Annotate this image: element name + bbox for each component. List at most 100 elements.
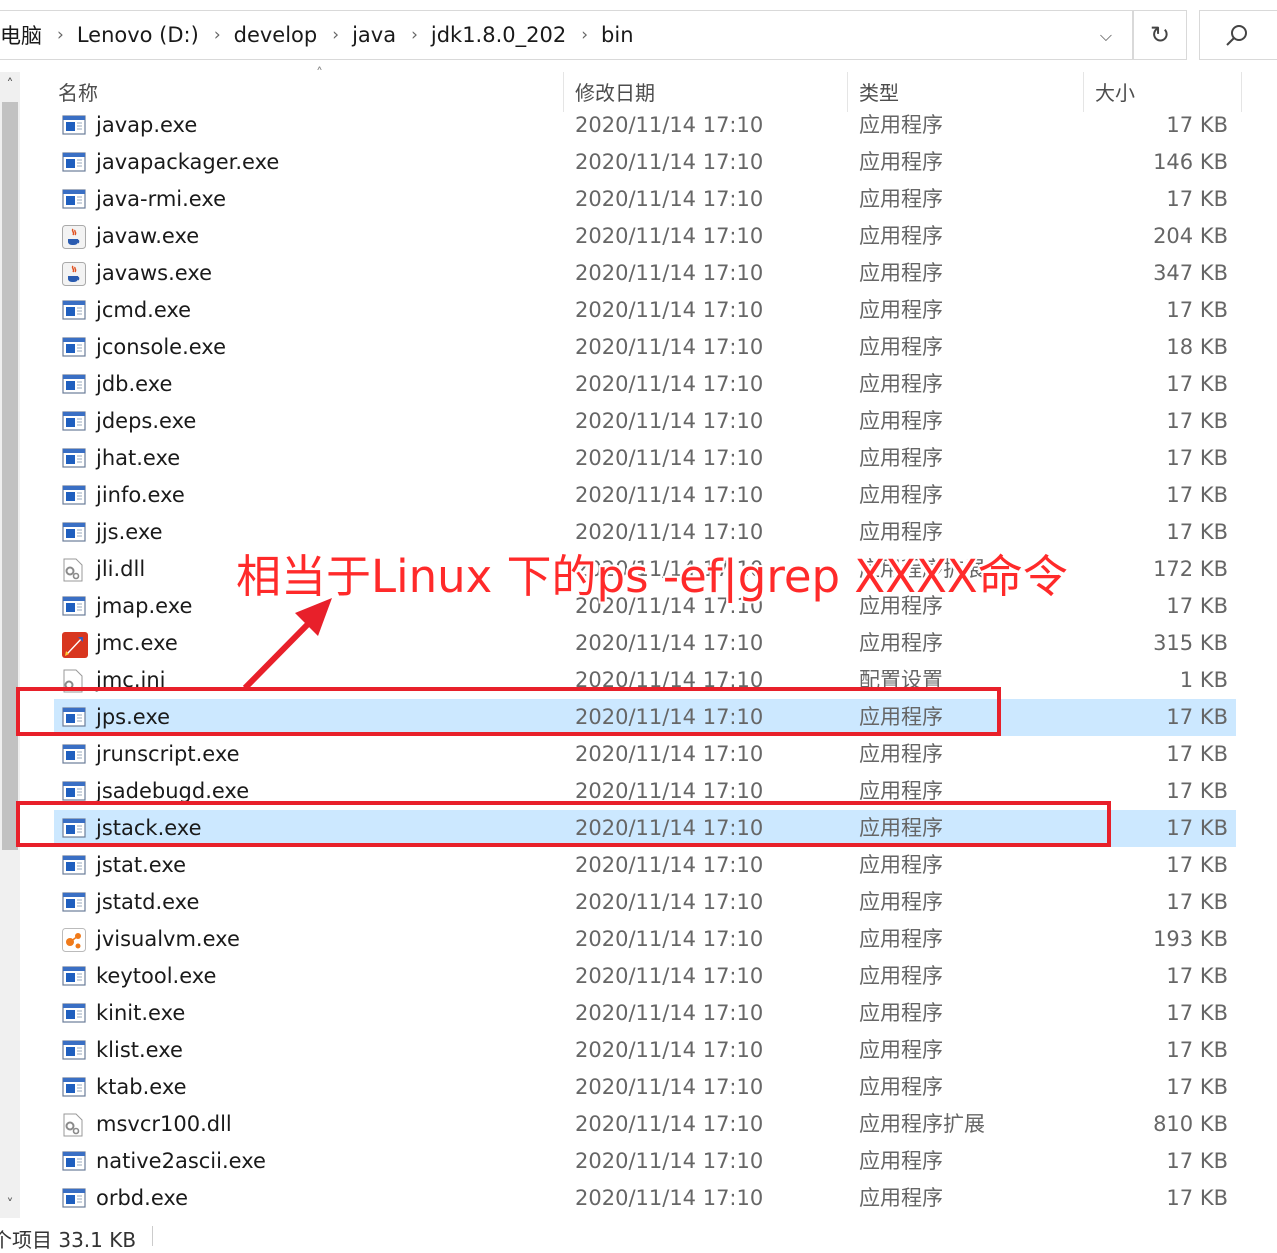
file-row[interactable]: javaws.exe 2020/11/14 17:10 应用程序 347 KB bbox=[54, 255, 1236, 292]
file-date: 2020/11/14 17:10 bbox=[575, 335, 764, 359]
column-divider[interactable] bbox=[847, 72, 848, 112]
file-type: 应用程序 bbox=[859, 1038, 943, 1062]
file-size: 17 KB bbox=[1166, 705, 1228, 729]
file-row[interactable]: native2ascii.exe 2020/11/14 17:10 应用程序 17 K… bbox=[54, 1143, 1236, 1180]
file-name: javaws.exe bbox=[96, 261, 213, 285]
scroll-thumb[interactable] bbox=[2, 102, 18, 850]
column-divider[interactable] bbox=[1241, 72, 1242, 112]
visualvm-icon bbox=[62, 928, 86, 952]
file-date: 2020/11/14 17:10 bbox=[575, 372, 764, 396]
file-size: 17 KB bbox=[1166, 409, 1228, 433]
app-window-icon bbox=[62, 336, 86, 358]
file-row[interactable]: jmc.exe 2020/11/14 17:10 应用程序 315 KB bbox=[54, 625, 1236, 662]
file-size: 17 KB bbox=[1166, 1038, 1228, 1062]
file-name: orbd.exe bbox=[96, 1186, 189, 1210]
file-row[interactable]: jvisualvm.exe 2020/11/14 17:10 应用程序 193 KB bbox=[54, 921, 1236, 958]
file-size: 17 KB bbox=[1166, 372, 1228, 396]
file-type: 应用程序 bbox=[859, 631, 943, 655]
file-date: 2020/11/14 17:10 bbox=[575, 964, 764, 988]
file-date: 2020/11/14 17:10 bbox=[575, 150, 764, 174]
file-row[interactable]: jdb.exe 2020/11/14 17:10 应用程序 17 KB bbox=[54, 366, 1236, 403]
highlight-box-jstack bbox=[16, 801, 1111, 847]
file-type: 应用程序 bbox=[859, 298, 943, 322]
file-type: 应用程序 bbox=[859, 927, 943, 951]
status-divider bbox=[152, 1226, 153, 1246]
file-type: 应用程序 bbox=[859, 113, 943, 137]
file-size: 17 KB bbox=[1166, 1001, 1228, 1025]
app-window-icon bbox=[62, 965, 86, 987]
app-window-icon bbox=[62, 151, 86, 173]
column-type-header[interactable]: 类型 bbox=[859, 72, 899, 112]
file-row[interactable]: javap.exe 2020/11/14 17:10 应用程序 17 KB bbox=[54, 107, 1236, 144]
file-name: jcmd.exe bbox=[96, 298, 192, 322]
app-window-icon bbox=[62, 188, 86, 210]
file-row[interactable]: jcmd.exe 2020/11/14 17:10 应用程序 17 KB bbox=[54, 292, 1236, 329]
column-size-header[interactable]: 大小 bbox=[1095, 72, 1135, 112]
file-name: ktab.exe bbox=[96, 1075, 187, 1099]
file-name: jhat.exe bbox=[96, 446, 181, 470]
app-window-icon bbox=[62, 1150, 86, 1172]
breadcrumb-item[interactable]: java bbox=[352, 23, 402, 47]
breadcrumb-item[interactable]: 电脑 bbox=[0, 20, 48, 50]
file-row[interactable]: jstat.exe 2020/11/14 17:10 应用程序 17 KB bbox=[54, 847, 1236, 884]
refresh-button[interactable]: ↻ bbox=[1133, 10, 1187, 60]
chevron-down-icon[interactable]: ⌵ bbox=[1090, 20, 1122, 52]
app-window-icon bbox=[62, 1187, 86, 1209]
file-row[interactable]: ktab.exe 2020/11/14 17:10 应用程序 17 KB bbox=[54, 1069, 1236, 1106]
file-row[interactable]: kinit.exe 2020/11/14 17:10 应用程序 17 KB bbox=[54, 995, 1236, 1032]
file-date: 2020/11/14 17:10 bbox=[575, 409, 764, 433]
scroll-down-arrow-icon[interactable]: ˅ bbox=[0, 1197, 20, 1213]
column-divider[interactable] bbox=[1083, 72, 1084, 112]
file-name: jinfo.exe bbox=[96, 483, 185, 507]
java-cup-icon bbox=[62, 225, 86, 249]
file-type: 应用程序 bbox=[859, 1001, 943, 1025]
file-row[interactable]: jstatd.exe 2020/11/14 17:10 应用程序 17 KB bbox=[54, 884, 1236, 921]
breadcrumb-item[interactable]: jdk1.8.0_202 bbox=[431, 23, 572, 47]
file-row[interactable]: jconsole.exe 2020/11/14 17:10 应用程序 18 KB bbox=[54, 329, 1236, 366]
file-row[interactable]: msvcr100.dll 2020/11/14 17:10 应用程序扩展 810 KB bbox=[54, 1106, 1236, 1143]
file-size: 17 KB bbox=[1166, 187, 1228, 211]
breadcrumb-separator-icon[interactable]: › bbox=[572, 25, 601, 45]
app-window-icon bbox=[62, 521, 86, 543]
file-date: 2020/11/14 17:10 bbox=[575, 1038, 764, 1062]
file-date: 2020/11/14 17:10 bbox=[575, 446, 764, 470]
file-row[interactable]: jdeps.exe 2020/11/14 17:10 应用程序 17 KB bbox=[54, 403, 1236, 440]
file-row[interactable]: klist.exe 2020/11/14 17:10 应用程序 17 KB bbox=[54, 1032, 1236, 1069]
file-date: 2020/11/14 17:10 bbox=[575, 298, 764, 322]
file-row[interactable]: java-rmi.exe 2020/11/14 17:10 应用程序 17 KB bbox=[54, 181, 1236, 218]
column-divider[interactable] bbox=[563, 72, 564, 112]
file-date: 2020/11/14 17:10 bbox=[575, 890, 764, 914]
file-row[interactable]: javapackager.exe 2020/11/14 17:10 应用程序 146 … bbox=[54, 144, 1236, 181]
app-window-icon bbox=[62, 484, 86, 506]
scroll-up-arrow-icon[interactable]: ˄ bbox=[0, 77, 20, 93]
file-row[interactable]: keytool.exe 2020/11/14 17:10 应用程序 17 KB bbox=[54, 958, 1236, 995]
breadcrumb-separator-icon[interactable]: › bbox=[323, 25, 352, 45]
file-name: jmap.exe bbox=[96, 594, 193, 618]
file-name: jli.dll bbox=[96, 557, 146, 581]
column-name-header[interactable]: 名称 bbox=[58, 72, 98, 112]
breadcrumb-item[interactable]: bin bbox=[601, 23, 639, 47]
file-type: 应用程序 bbox=[859, 446, 943, 470]
file-date: 2020/11/14 17:10 bbox=[575, 927, 764, 951]
vertical-scrollbar[interactable]: ˄ ˅ bbox=[0, 72, 20, 1218]
file-name: kinit.exe bbox=[96, 1001, 186, 1025]
file-type: 应用程序 bbox=[859, 335, 943, 359]
file-row[interactable]: javaw.exe 2020/11/14 17:10 应用程序 204 KB bbox=[54, 218, 1236, 255]
file-row[interactable]: jrunscript.exe 2020/11/14 17:10 应用程序 17 KB bbox=[54, 736, 1236, 773]
column-date-header[interactable]: 修改日期 bbox=[575, 72, 655, 112]
breadcrumb-separator-icon[interactable]: › bbox=[48, 25, 77, 45]
breadcrumb-item[interactable]: develop bbox=[234, 23, 324, 47]
file-type: 应用程序 bbox=[859, 483, 943, 507]
breadcrumb-separator-icon[interactable]: › bbox=[402, 25, 431, 45]
file-type: 应用程序 bbox=[859, 1149, 943, 1173]
file-row[interactable]: jinfo.exe 2020/11/14 17:10 应用程序 17 KB bbox=[54, 477, 1236, 514]
breadcrumb-separator-icon[interactable]: › bbox=[205, 25, 234, 45]
file-row[interactable]: jhat.exe 2020/11/14 17:10 应用程序 17 KB bbox=[54, 440, 1236, 477]
file-name: jdeps.exe bbox=[96, 409, 197, 433]
breadcrumb-item[interactable]: Lenovo (D:) bbox=[77, 23, 205, 47]
file-date: 2020/11/14 17:10 bbox=[575, 1112, 764, 1136]
address-bar: 电脑 › Lenovo (D:) › develop › java › jdk1.8.0_202… bbox=[0, 0, 1277, 70]
file-row[interactable]: orbd.exe 2020/11/14 17:10 应用程序 17 KB bbox=[54, 1180, 1236, 1217]
file-size: 17 KB bbox=[1166, 1186, 1228, 1210]
search-input[interactable] bbox=[1199, 10, 1277, 60]
